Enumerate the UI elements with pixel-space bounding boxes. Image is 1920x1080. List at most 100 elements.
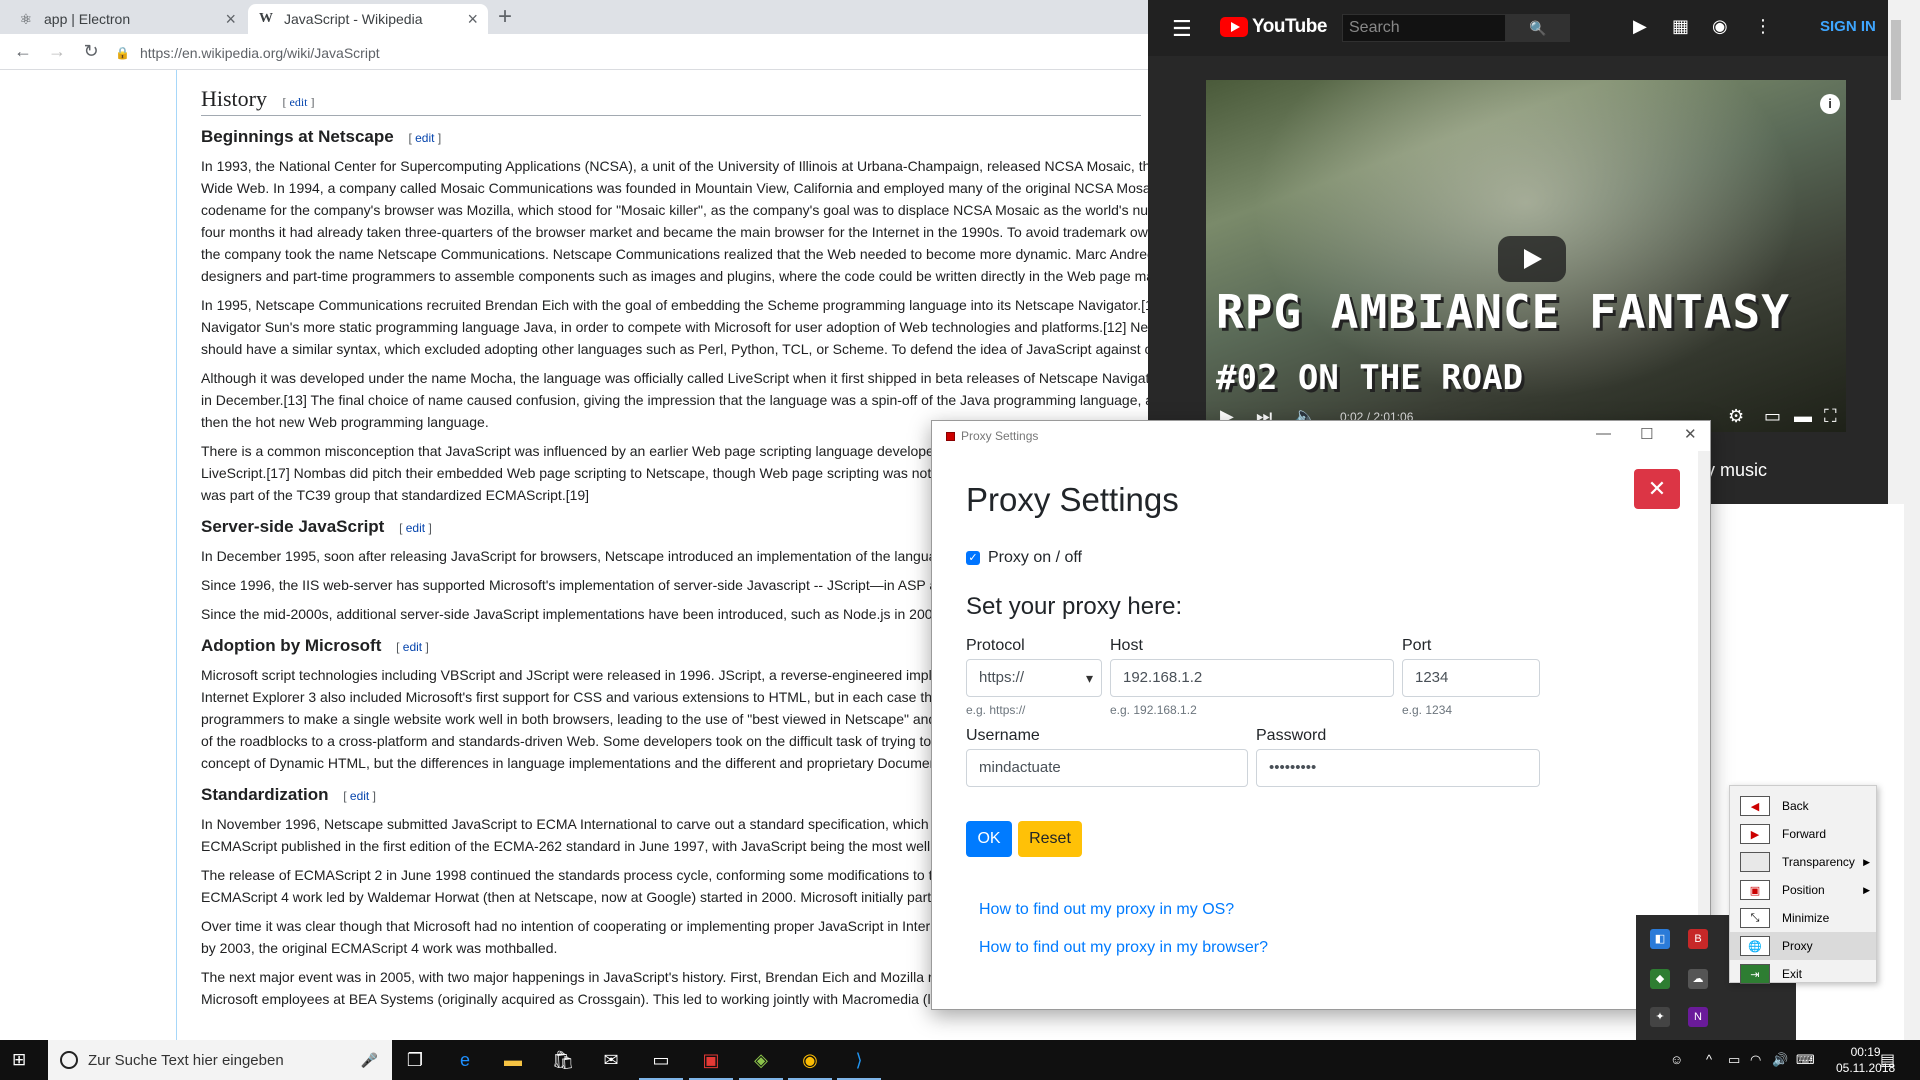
heading-text: Server-side JavaScript (201, 517, 385, 536)
youtube-search-input[interactable]: Search (1342, 14, 1506, 42)
store-icon[interactable]: 🛍 (550, 1048, 576, 1072)
reload-icon[interactable]: ↻ (78, 39, 104, 65)
page-scrollbar[interactable] (1904, 0, 1920, 1040)
port-input[interactable]: 1234 (1402, 659, 1540, 697)
cortana-circle-icon (60, 1051, 78, 1069)
info-icon[interactable]: i (1820, 94, 1840, 114)
menu-item-proxy[interactable]: 🌐 Proxy (1730, 932, 1876, 960)
address-bar[interactable]: 🔒 https://en.wikipedia.org/wiki/JavaScri… (115, 40, 1135, 66)
username-input[interactable]: mindactuate (966, 749, 1248, 787)
menu-item-label: Transparency (1782, 855, 1855, 869)
task-view-icon[interactable]: ❐ (402, 1048, 428, 1072)
close-button[interactable]: ✕ (1634, 469, 1680, 509)
hamburger-menu-icon[interactable]: ☰ (1172, 16, 1192, 42)
miniplayer-icon[interactable]: ▭ (1764, 406, 1781, 427)
taskbar-search-input[interactable]: Zur Suche Text hier eingeben 🎤 (48, 1040, 392, 1080)
battery-icon[interactable]: ▭ (1728, 1052, 1740, 1068)
volume-icon[interactable]: 🔊 (1772, 1052, 1788, 1068)
green-app-icon[interactable]: ◆ (1650, 969, 1670, 989)
close-tab-icon[interactable]: × (225, 9, 236, 30)
wikipedia-icon: W (259, 11, 273, 26)
messages-icon[interactable]: ◉ (1712, 16, 1728, 37)
menu-item-forward[interactable]: ▶ Forward (1730, 820, 1876, 848)
back-arrow-icon[interactable]: ← (10, 39, 36, 65)
wifi-icon[interactable]: ◠ (1750, 1052, 1761, 1068)
help-link-os[interactable]: How to find out my proxy in my OS? (979, 901, 1234, 919)
close-window-icon[interactable]: ✕ (1684, 425, 1697, 443)
menu-item-label: Minimize (1782, 911, 1830, 925)
browser-tab-bar: ⚛ app | Electron × W JavaScript - Wikipe… (0, 0, 1148, 34)
b-app-icon[interactable]: B (1688, 929, 1708, 949)
youtube-logo[interactable]: YouTube (1220, 16, 1327, 38)
menu-item-back[interactable]: ◀ Back (1730, 792, 1876, 820)
upload-video-icon[interactable]: ▶ (1633, 16, 1647, 37)
protocol-select[interactable]: https:// (966, 659, 1102, 697)
edit-link-wrapper: [ edit ] (408, 131, 442, 145)
forward-arrow-icon[interactable]: → (44, 39, 70, 65)
menu-item-label: Exit (1782, 967, 1803, 981)
microphone-icon[interactable]: 🎤 (361, 1052, 378, 1069)
maximize-window-icon[interactable]: ☐ (1640, 425, 1653, 443)
theater-mode-icon[interactable]: ▬ (1794, 406, 1812, 427)
search-icon[interactable]: 🔍 (1506, 14, 1570, 42)
notification-center-icon[interactable]: ▤ (1880, 1050, 1895, 1070)
edit-link[interactable]: edit (415, 131, 434, 145)
port-hint: e.g. 1234 (1402, 703, 1453, 717)
chrome-icon[interactable]: ◉ (788, 1048, 832, 1080)
file-explorer-icon[interactable]: ▬ (500, 1048, 526, 1072)
menu-item-position[interactable]: ▣ Position ▶ (1730, 876, 1876, 904)
globe-icon: 🌐 (1740, 936, 1770, 956)
close-tab-icon[interactable]: × (467, 9, 478, 30)
scroll-thumb[interactable] (1891, 20, 1901, 100)
protocol-label: Protocol (966, 637, 1025, 654)
more-vert-icon[interactable]: ⋮ (1754, 16, 1772, 37)
dropbox-icon[interactable]: ✦ (1650, 1007, 1670, 1027)
heading-text: Standardization (201, 785, 329, 804)
network-app-icon[interactable]: ◧ (1650, 929, 1670, 949)
reset-button[interactable]: Reset (1018, 821, 1082, 857)
proxy-toggle-checkbox[interactable]: ✓ (966, 551, 980, 565)
help-link-browser[interactable]: How to find out my proxy in my browser? (979, 939, 1268, 957)
menu-item-minimize[interactable]: ⤡ Minimize (1730, 904, 1876, 932)
video-player[interactable]: i RPG AMBIANCE FANTASY #02 ON THE ROAD (1206, 80, 1846, 432)
apps-grid-icon[interactable]: ▦ (1672, 16, 1689, 37)
window-titlebar[interactable]: Proxy Settings (932, 421, 1710, 451)
protocol-hint: e.g. https:// (966, 703, 1026, 717)
host-input[interactable]: 192.168.1.2 (1110, 659, 1394, 697)
terminal-icon[interactable]: ▭ (639, 1048, 683, 1080)
ok-button[interactable]: OK (966, 821, 1012, 857)
edit-link[interactable]: edit (406, 521, 425, 535)
edge-browser-icon[interactable]: e (452, 1048, 478, 1072)
youtube-scrollbar[interactable] (1888, 0, 1904, 504)
proxy-toggle-row[interactable]: ✓ Proxy on / off (966, 549, 1082, 567)
forward-icon: ▶ (1740, 824, 1770, 844)
nk-app-icon[interactable]: N (1688, 1007, 1708, 1027)
cloud-icon[interactable]: ☁ (1688, 969, 1708, 989)
heading-text: History (201, 86, 267, 111)
minimize-window-icon[interactable]: — (1596, 425, 1611, 442)
submenu-arrow-icon: ▶ (1863, 856, 1870, 867)
play-button-icon[interactable] (1498, 236, 1566, 282)
vscode-icon[interactable]: ⟩ (837, 1048, 881, 1080)
mail-icon[interactable]: ✉ (598, 1048, 624, 1072)
show-hidden-icons-chevron-icon[interactable]: ^ (1706, 1052, 1712, 1067)
host-label: Host (1110, 637, 1143, 654)
sign-in-button[interactable]: SIGN IN (1820, 18, 1876, 35)
tab-title: JavaScript - Wikipedia (284, 11, 423, 27)
tab-wikipedia[interactable]: W JavaScript - Wikipedia × (248, 4, 488, 34)
password-input[interactable]: ••••••••• (1256, 749, 1540, 787)
menu-item-exit[interactable]: ⇥ Exit (1730, 960, 1876, 988)
edit-link[interactable]: edit (403, 640, 422, 654)
green-app-icon[interactable]: ◈ (739, 1048, 783, 1080)
tab-electron[interactable]: ⚛ app | Electron × (8, 4, 246, 34)
settings-gear-icon[interactable]: ⚙ (1728, 406, 1744, 427)
language-icon[interactable]: ⌨ (1796, 1052, 1815, 1068)
fullscreen-icon[interactable]: ⛶ (1824, 406, 1837, 427)
edit-link[interactable]: edit (350, 789, 369, 803)
new-tab-button[interactable]: + (498, 3, 512, 31)
red-app-icon[interactable]: ▣ (689, 1048, 733, 1080)
people-icon[interactable]: ☺ (1670, 1052, 1683, 1067)
menu-item-transparency[interactable]: Transparency ▶ (1730, 848, 1876, 876)
edit-link[interactable]: edit (290, 95, 308, 109)
windows-start-icon[interactable]: ⊞ (12, 1050, 32, 1070)
